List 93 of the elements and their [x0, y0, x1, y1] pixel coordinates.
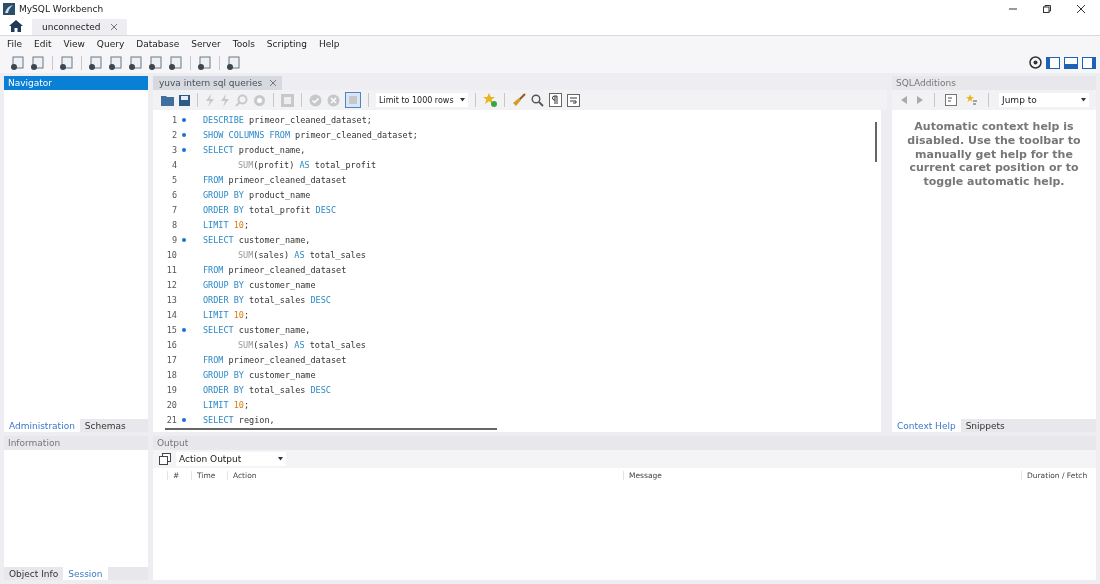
code-line: ORDER BY total_profit DESC: [203, 204, 337, 215]
toggle-panel-icon[interactable]: [281, 93, 294, 107]
line-number: 20: [165, 399, 177, 410]
code-line: SUM(profit) AS total_profit: [237, 159, 377, 170]
menu-item[interactable]: Query: [91, 39, 130, 49]
editor-tab[interactable]: yuva intern sql queries: [153, 76, 283, 90]
dropdown-caret-icon: [460, 98, 465, 102]
line-number: 19: [165, 384, 177, 395]
code-line: FROM primeor_cleaned_dataset: [203, 354, 347, 365]
panel-header: SQLAdditions: [892, 76, 1096, 90]
line-number: 11: [165, 264, 177, 275]
menu-item[interactable]: Scripting: [261, 39, 312, 49]
output-toggle-icon[interactable]: [1064, 56, 1078, 69]
code-line: DESCRIBE primeor_cleaned_dataset;: [203, 114, 372, 125]
dropdown-caret-icon: [278, 457, 283, 461]
code-line: GROUP BY customer_name: [203, 369, 316, 380]
secondary-sidebar-toggle-icon[interactable]: [1082, 56, 1096, 69]
close-icon[interactable]: [1076, 3, 1086, 14]
code-line: GROUP BY product_name: [203, 189, 311, 200]
panel-tab[interactable]: Snippets: [960, 419, 1010, 432]
line-number: 6: [170, 189, 177, 200]
folder-icon[interactable]: [161, 94, 174, 106]
copy-icon[interactable]: [159, 453, 171, 465]
limit-dropdown[interactable]: Limit to 1000 rows: [376, 93, 468, 107]
line-number: 5: [170, 174, 177, 185]
code-line: ORDER BY total_sales DESC: [203, 294, 331, 305]
line-number: 9: [170, 234, 177, 245]
line-number: 15: [165, 324, 177, 335]
dropdown-caret-icon: [1081, 98, 1086, 102]
sidebar-toggle-icon[interactable]: [1046, 56, 1060, 69]
code-line: LIMIT 10;: [203, 219, 250, 230]
close-tab-icon[interactable]: [270, 80, 277, 86]
panel-header: Information: [4, 436, 148, 450]
panel-tab[interactable]: Context Help: [892, 419, 961, 432]
code-line: SHOW COLUMNS FROM primeor_cleaned_dataset;: [203, 129, 418, 140]
line-number: 21: [165, 414, 177, 425]
line-number: 3: [170, 144, 177, 155]
jump-to-dropdown[interactable]: Jump to: [999, 93, 1089, 107]
menu-item[interactable]: Server: [186, 39, 226, 49]
line-number: 7: [170, 204, 177, 215]
menu-item[interactable]: Database: [131, 39, 185, 49]
menu-item[interactable]: View: [58, 39, 90, 49]
panel-tab[interactable]: Administration: [4, 419, 80, 432]
horizontal-scrollbar[interactable]: [165, 428, 497, 430]
code-line: LIMIT 10;: [203, 399, 250, 410]
home-icon[interactable]: [9, 20, 23, 32]
code-line: SELECT customer_name,: [203, 324, 311, 335]
line-number: 1: [170, 114, 177, 125]
panel-tab[interactable]: Schemas: [79, 419, 131, 432]
line-number: 8: [170, 219, 177, 230]
line-number: 4: [170, 159, 177, 170]
broom-icon[interactable]: [512, 93, 526, 107]
output-mode-dropdown[interactable]: Action Output: [176, 452, 286, 466]
line-number: 12: [165, 279, 177, 290]
settings-icon[interactable]: [1029, 56, 1042, 69]
wrap-icon[interactable]: [567, 93, 580, 107]
navigator-header: Navigator: [4, 76, 148, 90]
star-icon[interactable]: [483, 93, 497, 107]
menu-item[interactable]: Tools: [227, 39, 260, 49]
code-line: SELECT customer_name,: [203, 234, 311, 245]
help-message: Automatic context help is disabled. Use the toolbar to manually get help for the current caret position or to toggle automatic help.: [906, 120, 1082, 189]
restore-icon[interactable]: [1042, 3, 1052, 14]
code-line: GROUP BY customer_name: [203, 279, 316, 290]
app-logo-icon: [3, 2, 15, 15]
connection-tab[interactable]: unconnected: [32, 19, 127, 35]
line-number: 10: [165, 249, 177, 260]
window-title: MySQL Workbench: [19, 3, 104, 14]
code-line: ORDER BY total_sales DESC: [203, 384, 331, 395]
close-tab-icon[interactable]: [110, 24, 117, 30]
panel-tab[interactable]: Session: [63, 567, 108, 580]
code-line: SUM(sales) AS total_sales: [237, 339, 366, 350]
code-line: SUM(sales) AS total_sales: [237, 249, 366, 260]
manual-help-icon[interactable]: [945, 94, 957, 106]
code-line: SELECT region,: [203, 414, 275, 425]
code-line: FROM primeor_cleaned_dataset: [203, 264, 347, 275]
panel-tab[interactable]: Object Info: [4, 567, 64, 580]
line-number: 16: [165, 339, 177, 350]
pilcrow-icon[interactable]: [549, 93, 562, 107]
save-icon[interactable]: [179, 94, 190, 106]
line-number: 17: [165, 354, 177, 365]
code-line: SELECT product_name,: [203, 144, 306, 155]
line-number: 2: [170, 129, 177, 140]
line-number: 14: [165, 309, 177, 320]
panel-header: Output: [153, 436, 1096, 450]
code-line: FROM primeor_cleaned_dataset: [203, 174, 347, 185]
vertical-scrollbar[interactable]: [875, 122, 877, 162]
autocommit-toggle-icon[interactable]: [345, 92, 361, 108]
line-number: 13: [165, 294, 177, 305]
menu-item[interactable]: File: [2, 39, 28, 49]
line-number: 18: [165, 369, 177, 380]
menu-item[interactable]: Help: [313, 39, 345, 49]
code-line: LIMIT 10;: [203, 309, 250, 320]
menu-item[interactable]: Edit: [29, 39, 57, 49]
